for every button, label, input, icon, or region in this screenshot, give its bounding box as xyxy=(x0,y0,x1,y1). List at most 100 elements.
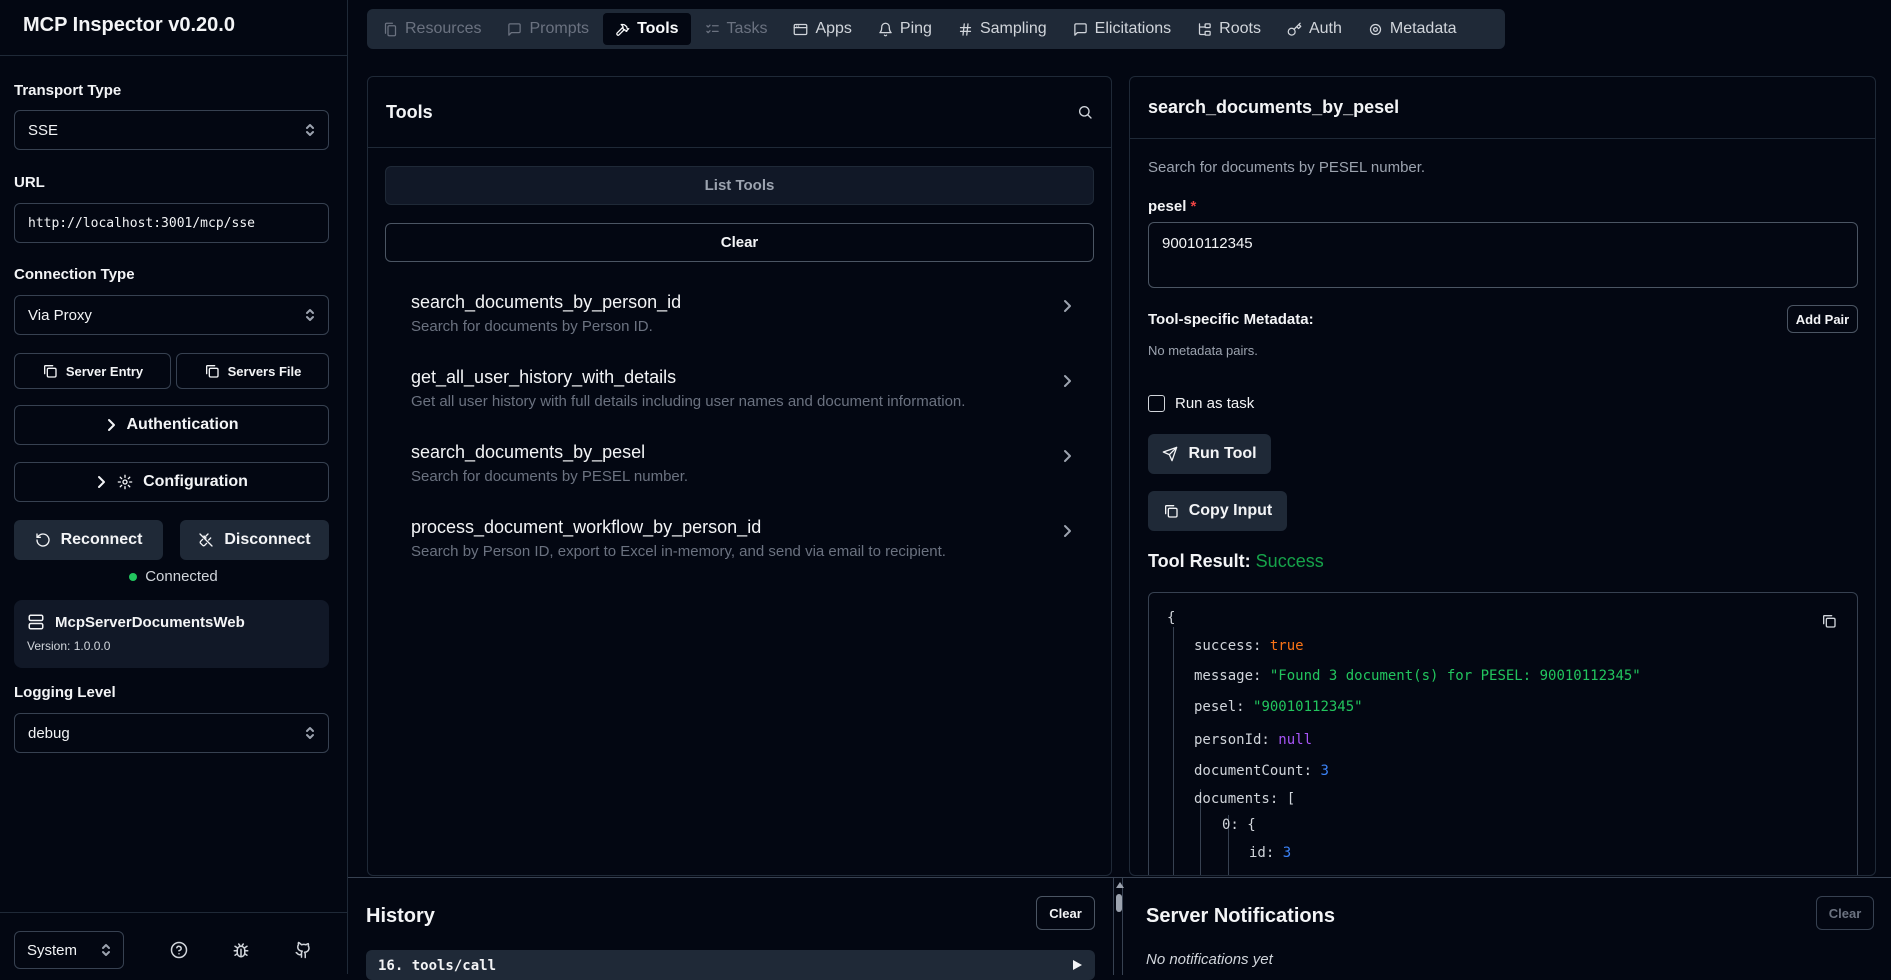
tab-label: Sampling xyxy=(979,20,1047,37)
servers-file-button[interactable]: Servers File xyxy=(176,353,329,389)
tool-result-status: Success xyxy=(1255,551,1324,571)
tab-tools[interactable]: Tools xyxy=(603,13,691,45)
json-value: { xyxy=(1247,817,1256,833)
servers-file-label: Servers File xyxy=(227,363,302,379)
tool-detail-description: Search for documents by PESEL number. xyxy=(1148,159,1426,176)
url-input[interactable]: http://localhost:3001/mcp/sse xyxy=(14,203,329,243)
tool-description: Get all user history with full details i… xyxy=(411,393,966,410)
server-version: Version: 1.0.0.0 xyxy=(27,639,111,653)
configuration-label: Configuration xyxy=(143,473,248,490)
gear-icon xyxy=(117,474,133,490)
send-icon xyxy=(1162,446,1178,462)
list-tools-button[interactable]: List Tools xyxy=(385,166,1094,205)
add-pair-button[interactable]: Add Pair xyxy=(1787,305,1858,333)
server-info-card: McpServerDocumentsWeb Version: 1.0.0.0 xyxy=(14,600,329,668)
tab-metadata[interactable]: Metadata xyxy=(1356,13,1469,45)
copy-icon[interactable] xyxy=(1821,613,1837,629)
tab-prompts[interactable]: Prompts xyxy=(495,13,601,45)
scroll-up-arrow-icon[interactable] xyxy=(1116,882,1124,888)
tools-header: Tools xyxy=(368,77,1111,148)
run-as-task-checkbox[interactable]: Run as task xyxy=(1148,395,1254,412)
connection-status-text: Connected xyxy=(145,568,218,585)
authentication-label: Authentication xyxy=(126,416,239,433)
tab-tasks[interactable]: Tasks xyxy=(693,13,780,45)
tab-sampling[interactable]: Sampling xyxy=(946,13,1059,45)
tab-auth[interactable]: Auth xyxy=(1275,13,1354,45)
tool-item[interactable]: process_document_workflow_by_person_id S… xyxy=(395,512,1085,574)
transport-type-select[interactable]: SSE xyxy=(14,110,329,150)
hash-icon xyxy=(958,22,973,37)
pesel-input[interactable]: 90010112345 xyxy=(1148,222,1858,288)
tool-description: Search for documents by PESEL number. xyxy=(411,468,689,485)
tab-label: Prompts xyxy=(529,20,590,37)
tool-item[interactable]: get_all_user_history_with_details Get al… xyxy=(395,362,1085,424)
unplug-icon xyxy=(198,532,214,548)
json-value: null xyxy=(1278,732,1313,748)
tool-description: Search for documents by Person ID. xyxy=(411,318,653,335)
transport-type-label: Transport Type xyxy=(14,82,122,99)
logging-level-label: Logging Level xyxy=(14,684,116,701)
panel-resize-handle[interactable] xyxy=(1113,878,1123,975)
run-tool-button[interactable]: Run Tool xyxy=(1148,434,1271,474)
tab-elicitations[interactable]: Elicitations xyxy=(1061,13,1183,45)
tool-name: get_all_user_history_with_details xyxy=(411,367,677,387)
files-icon xyxy=(383,22,398,37)
copy-icon xyxy=(204,363,220,379)
connection-type-select[interactable]: Via Proxy xyxy=(14,295,329,335)
logging-level-select[interactable]: debug xyxy=(14,713,329,753)
bug-icon[interactable] xyxy=(232,941,250,959)
search-icon[interactable] xyxy=(1077,104,1093,120)
tab-apps[interactable]: Apps xyxy=(781,13,863,45)
disconnect-button[interactable]: Disconnect xyxy=(180,520,329,560)
clear-tools-button[interactable]: Clear xyxy=(385,223,1094,262)
json-line: pesel: "90010112345" xyxy=(1194,699,1363,715)
json-value: "Found 3 document(s) for PESEL: 90010112… xyxy=(1269,668,1641,684)
tool-item[interactable]: search_documents_by_pesel Search for doc… xyxy=(395,437,1085,499)
theme-select[interactable]: System xyxy=(14,931,124,969)
tab-label: Tools xyxy=(637,20,679,37)
message-icon xyxy=(507,22,522,37)
reconnect-button[interactable]: Reconnect xyxy=(14,520,163,560)
bell-icon xyxy=(878,22,893,37)
tool-item[interactable]: search_documents_by_person_id Search for… xyxy=(395,287,1085,349)
chevrons-up-down-icon xyxy=(305,726,315,740)
json-line: success: true xyxy=(1194,638,1304,654)
server-entry-button[interactable]: Server Entry xyxy=(14,353,171,389)
authentication-button[interactable]: Authentication xyxy=(14,405,329,445)
json-value: "90010112345" xyxy=(1253,699,1363,715)
notifications-clear-button[interactable]: Clear xyxy=(1816,896,1874,930)
tab-ping[interactable]: Ping xyxy=(866,13,944,45)
json-value: 3 xyxy=(1282,845,1292,861)
scrollbar-thumb[interactable] xyxy=(1116,894,1122,912)
copy-icon xyxy=(42,363,58,379)
json-key: documentCount: xyxy=(1194,763,1313,779)
tool-result-label: Tool Result: Success xyxy=(1148,551,1324,572)
json-key: documents: xyxy=(1194,791,1279,807)
tab-bar: Resources Prompts Tools Tasks Apps Ping … xyxy=(367,9,1505,49)
history-item[interactable]: 16. tools/call xyxy=(366,950,1095,980)
tab-resources[interactable]: Resources xyxy=(371,13,493,45)
json-value: 3 xyxy=(1320,763,1329,779)
app-title: MCP Inspector v0.20.0 xyxy=(0,0,347,56)
github-icon[interactable] xyxy=(294,941,312,959)
help-icon[interactable] xyxy=(170,941,188,959)
disconnect-label: Disconnect xyxy=(224,531,311,548)
chevron-right-icon xyxy=(1061,524,1073,538)
tab-roots[interactable]: Roots xyxy=(1185,13,1273,45)
tool-detail-panel: search_documents_by_pesel Search for doc… xyxy=(1129,76,1876,876)
bottom-panel: History Clear 16. tools/call Server Noti… xyxy=(348,877,1891,980)
tool-result-title: Tool Result: xyxy=(1148,551,1251,571)
notifications-empty-text: No notifications yet xyxy=(1146,951,1273,968)
json-line: message: "Found 3 document(s) for PESEL:… xyxy=(1194,668,1641,684)
configuration-button[interactable]: Configuration xyxy=(14,462,329,502)
copy-input-button[interactable]: Copy Input xyxy=(1148,491,1287,531)
run-tool-label: Run Tool xyxy=(1188,445,1257,462)
sidebar: MCP Inspector v0.20.0 Transport Type SSE… xyxy=(0,0,348,974)
message-square-icon xyxy=(1073,22,1088,37)
theme-value: System xyxy=(27,941,78,959)
history-clear-button[interactable]: Clear xyxy=(1036,896,1095,930)
json-key: pesel: xyxy=(1194,699,1245,715)
server-icon xyxy=(27,613,45,631)
chevrons-up-down-icon xyxy=(101,943,111,957)
chevron-right-icon xyxy=(105,418,117,432)
